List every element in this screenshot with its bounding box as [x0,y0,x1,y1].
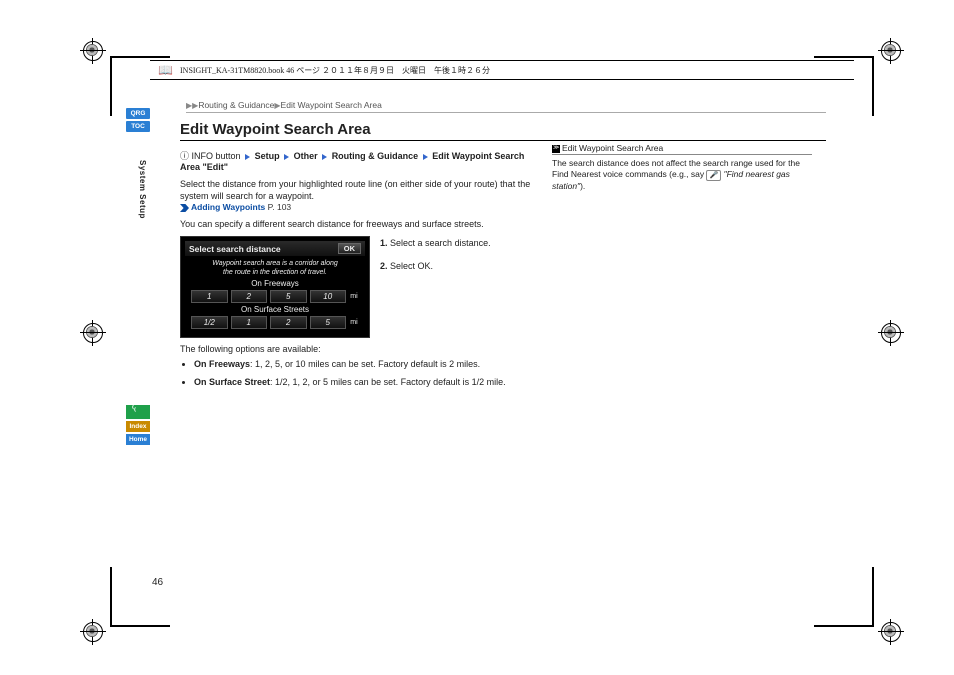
breadcrumb-1: Routing & Guidance [198,100,274,110]
description-1: Select the distance from your highlighte… [180,178,540,202]
freeway-unit: mi [349,293,359,300]
chevron-icon: ▶▶ [186,101,198,110]
freeway-opt: 10 [310,290,347,303]
screen-caption-2: the route in the direction of travel. [223,269,327,276]
link-arrow-icon [180,204,189,212]
device-screenshot: Select search distance OK Waypoint searc… [180,236,370,338]
side-heading: Edit Waypoint Search Area [552,143,812,155]
surface-opt: 1 [231,316,268,329]
steps: 1. Select a search distance. 2. Select O… [380,236,491,273]
nav-buttons-bottom: Index Home [126,405,150,445]
info-icon: ⓘ [180,151,189,161]
reg-mark-br [878,619,904,645]
link-label: Adding Waypoints [191,202,265,212]
side-note: The search distance does not affect the … [552,158,812,192]
opt2-label: On Surface Street [194,377,270,387]
page-number: 46 [152,577,163,588]
surface-opt: 5 [310,316,347,329]
qrg-button[interactable]: QRG [126,108,150,119]
path-prefix: INFO button [192,151,241,161]
opt1-label: On Freeways [194,359,250,369]
home-button[interactable]: Home [126,434,150,445]
section-tab: System Setup [138,160,147,219]
voice-icon: 🎤 [706,170,721,181]
print-header: 📖 INSIGHT_KA-31TM8820.book 46 ページ ２０１１年８… [150,60,854,80]
voice-button[interactable] [126,405,150,419]
reg-mark-mr [878,320,904,346]
triangle-icon [423,154,428,160]
opt2-text: : 1/2, 1, 2, or 5 miles can be set. Fact… [270,377,506,387]
surface-row: 1/2 1 2 5 mi [191,316,359,329]
description-2: You can specify a different search dista… [180,218,540,230]
surface-label: On Surface Streets [185,305,365,314]
note-part3: ). [580,181,585,191]
freeways-label: On Freeways [185,279,365,288]
nav-buttons-top: QRG TOC [126,108,150,132]
triangle-icon [322,154,327,160]
surface-unit: mi [349,319,359,326]
step-2-text: Select OK. [390,261,433,271]
page-title: Edit Waypoint Search Area [180,121,826,141]
side-head-text: Edit Waypoint Search Area [562,143,663,153]
options-list: On Freeways: 1, 2, 5, or 10 miles can be… [180,358,540,388]
step-1-text: Select a search distance. [390,238,491,248]
freeway-opt: 2 [231,290,268,303]
side-column: Edit Waypoint Search Area The search dis… [552,143,812,394]
reg-mark-ml [80,320,106,346]
option-surface: On Surface Street: 1/2, 1, 2, or 5 miles… [194,376,540,388]
index-button[interactable]: Index [126,421,150,432]
opt1-text: : 1, 2, 5, or 10 miles can be set. Facto… [250,359,480,369]
path-routing: Routing & Guidance [332,151,419,161]
triangle-icon [284,154,289,160]
path-other: Other [294,151,318,161]
reg-mark-tl [80,38,106,64]
options-head: The following options are available: [180,344,540,354]
print-header-text: INSIGHT_KA-31TM8820.book 46 ページ ２０１１年８月９… [180,65,490,76]
note-icon [552,145,560,153]
breadcrumb: ▶▶Routing & Guidance▶Edit Waypoint Searc… [186,100,826,113]
step-2-num: 2. [380,261,388,271]
screen-caption-1: Waypoint search area is a corridor along [212,260,338,267]
cross-ref-link[interactable]: Adding Waypoints P. 103 [180,202,540,212]
option-freeways: On Freeways: 1, 2, 5, or 10 miles can be… [194,358,540,370]
reg-mark-tr [878,38,904,64]
book-icon: 📖 [158,63,173,78]
ok-button: OK [338,243,361,254]
menu-path: ⓘ INFO button Setup Other Routing & Guid… [180,149,540,172]
toc-button[interactable]: TOC [126,121,150,132]
main-column: ⓘ INFO button Setup Other Routing & Guid… [180,143,540,394]
breadcrumb-2: Edit Waypoint Search Area [281,100,382,110]
freeway-opt: 1 [191,290,228,303]
freeways-row: 1 2 5 10 mi [191,290,359,303]
surface-opt: 1/2 [191,316,228,329]
freeway-opt: 5 [270,290,307,303]
path-setup: Setup [255,151,280,161]
page-frame: QRG TOC Index Home ▶▶Routing & Guidance▶… [128,100,826,580]
link-page: P. 103 [268,202,291,212]
screen-title: Select search distance [189,244,281,254]
surface-opt: 2 [270,316,307,329]
step-1-num: 1. [380,238,388,248]
reg-mark-bl [80,619,106,645]
triangle-icon [245,154,250,160]
